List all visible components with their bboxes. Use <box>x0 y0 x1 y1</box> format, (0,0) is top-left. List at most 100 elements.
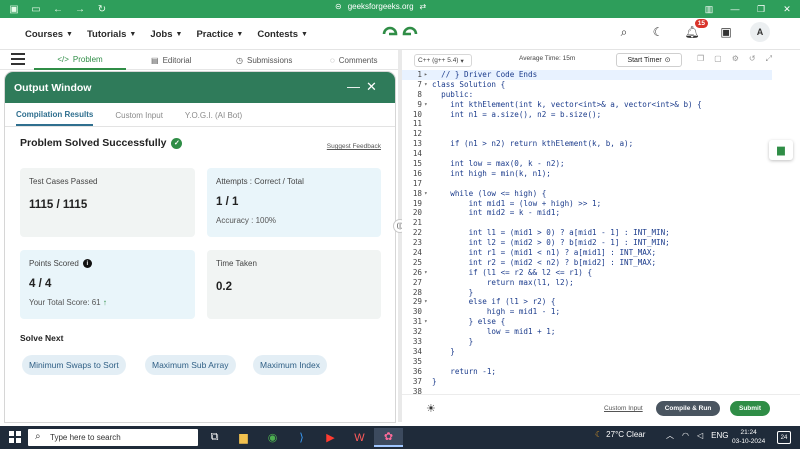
tab-problem[interactable]: </> Problem <box>34 50 126 70</box>
code-text[interactable]: if (n1 > n2) return kthElement(k, b, a); <box>432 139 633 149</box>
restore-window-icon[interactable]: ❐ <box>748 0 774 18</box>
fold-icon[interactable]: ▸ <box>424 70 428 80</box>
code-text[interactable]: int low = max(0, k - n2); <box>432 159 564 169</box>
menu-tutorials[interactable]: Tutorials ▼ <box>87 29 136 40</box>
notification-bell-icon[interactable]: 🔔︎ 15 <box>682 19 708 42</box>
address-bar[interactable]: ⊝ geeksforgeeks.org ⇄ <box>335 2 426 11</box>
lightbulb-icon[interactable]: ☀ <box>426 402 436 415</box>
code-text[interactable]: } <box>432 377 437 387</box>
file-explorer-icon[interactable]: ▆ <box>229 428 258 447</box>
youtube-icon[interactable]: ▶ <box>316 428 345 447</box>
start-timer-button[interactable]: Start Timer ⊙ <box>616 53 682 67</box>
code-line[interactable]: 28 } <box>402 288 772 298</box>
code-text[interactable]: } <box>432 288 474 298</box>
tab-comments[interactable]: ◌ Comments <box>330 50 377 70</box>
network-icon[interactable]: ◠ <box>682 431 689 440</box>
chat-icon[interactable]: ▆ <box>769 140 793 160</box>
code-line[interactable]: 14 <box>402 149 772 159</box>
volume-icon[interactable]: ◁ <box>697 431 703 440</box>
editor-scrollbar[interactable] <box>772 70 800 394</box>
back-arrow-icon[interactable]: ← <box>50 1 66 17</box>
app-active-icon[interactable]: ✿ <box>374 428 403 447</box>
share-icon[interactable]: ⇄ <box>420 2 427 11</box>
code-text[interactable]: // } Driver Code Ends <box>432 70 537 80</box>
menu-practice[interactable]: Practice ▼ <box>196 29 243 40</box>
code-line[interactable]: 12 <box>402 129 772 139</box>
code-line[interactable]: 18 ▾ while (low <= high) { <box>402 189 772 199</box>
code-text[interactable]: int high = min(k, n1); <box>432 169 551 179</box>
fold-icon[interactable]: ▾ <box>424 268 428 278</box>
tab-submissions[interactable]: ◷ Submissions <box>236 50 292 70</box>
fold-icon[interactable]: ▾ <box>424 297 428 307</box>
expand-icon[interactable]: ⤢ <box>766 54 772 64</box>
code-line[interactable]: 24 int r1 = (mid1 < n1) ? a[mid1] : INT_… <box>402 248 772 258</box>
code-line[interactable]: 7 ▾ class Solution { <box>402 80 772 90</box>
copy-icon[interactable]: ❐ <box>697 54 704 64</box>
vscode-icon[interactable]: ⟩ <box>287 428 316 447</box>
menu-contests[interactable]: Contests ▼ <box>257 29 308 40</box>
gfg-logo[interactable] <box>381 24 419 44</box>
taskbar-search[interactable]: ⌕ Type here to search <box>28 429 198 446</box>
fullscreen-icon[interactable]: ▢ <box>714 54 722 64</box>
code-text[interactable]: int mid2 = k - mid1; <box>432 208 560 218</box>
office-icon[interactable]: W <box>345 428 374 447</box>
code-line[interactable]: 37} <box>402 377 772 387</box>
code-text[interactable]: int n1 = a.size(), n2 = b.size(); <box>432 110 601 120</box>
code-line[interactable]: 34 } <box>402 347 772 357</box>
code-text[interactable]: class Solution { <box>432 80 505 90</box>
code-line[interactable]: 35 <box>402 357 772 367</box>
code-line[interactable]: 16 int high = min(k, n1); <box>402 169 772 179</box>
chevron-up-icon[interactable]: ︿ <box>666 430 674 441</box>
code-text[interactable]: int kthElement(int k, vector<int>& a, ve… <box>432 100 701 110</box>
tab-compilation-results[interactable]: Compilation Results <box>16 110 94 126</box>
browser-menu-icon[interactable]: ▣ <box>6 1 22 17</box>
code-text[interactable]: high = mid1 - 1; <box>432 307 560 317</box>
code-line[interactable]: 15 int low = max(0, k - n2); <box>402 159 772 169</box>
code-line[interactable]: 38 <box>402 387 772 395</box>
code-text[interactable]: return -1; <box>432 367 496 377</box>
code-text[interactable]: } else { <box>432 317 506 327</box>
tab-custom-input[interactable]: Custom Input <box>115 111 163 126</box>
menu-jobs[interactable]: Jobs ▼ <box>150 29 182 40</box>
code-line[interactable]: 22 int l1 = (mid1 > 0) ? a[mid1 - 1] : I… <box>402 228 772 238</box>
code-line[interactable]: 31 ▾ } else { <box>402 317 772 327</box>
compile-run-button[interactable]: Compile & Run <box>656 401 720 416</box>
chrome-icon[interactable]: ◉ <box>258 428 287 447</box>
code-text[interactable]: int r2 = (mid2 < n2) ? b[mid2] : INT_MAX… <box>432 258 656 268</box>
taskbar-clock[interactable]: 21:24 03-10-2024 <box>732 428 765 446</box>
code-line[interactable]: 10 int n1 = a.size(), n2 = b.size(); <box>402 110 772 120</box>
custom-input-link[interactable]: Custom Input <box>604 405 643 412</box>
code-line[interactable]: 26 ▾ if (l1 <= r2 && l2 <= r1) { <box>402 268 772 278</box>
menu-courses[interactable]: Courses ▼ <box>25 29 73 40</box>
site-info-icon[interactable]: ⊝ <box>335 2 342 11</box>
fold-icon[interactable]: ▾ <box>424 317 428 327</box>
forward-arrow-icon[interactable]: → <box>72 1 88 17</box>
code-text[interactable]: int l1 = (mid1 > 0) ? a[mid1 - 1] : INT_… <box>432 228 670 238</box>
fold-icon[interactable]: ▾ <box>424 100 428 110</box>
code-line[interactable]: 23 int l2 = (mid2 > 0) ? b[mid2 - 1] : I… <box>402 238 772 248</box>
tab-editorial[interactable]: ▤ Editorial <box>151 50 191 70</box>
submit-button[interactable]: Submit <box>730 401 770 416</box>
solve-next-chip[interactable]: Maximum Index <box>253 355 327 375</box>
dark-mode-icon[interactable]: ☾ <box>648 22 668 42</box>
reload-icon[interactable]: ↻ <box>94 1 110 17</box>
code-line[interactable]: 9 ▾ int kthElement(int k, vector<int>& a,… <box>402 100 772 110</box>
code-text[interactable]: low = mid1 + 1; <box>432 327 556 337</box>
tab-yogi-ai-bot[interactable]: Y.O.G.I. (AI Bot) <box>185 111 242 126</box>
code-text[interactable]: } <box>432 347 455 357</box>
settings-icon[interactable]: ⚙ <box>732 54 739 64</box>
code-line[interactable]: 32 low = mid1 + 1; <box>402 327 772 337</box>
minimize-icon[interactable]: — <box>347 79 360 94</box>
code-line[interactable]: 1 ▸ // } Driver Code Ends <box>402 70 772 80</box>
code-line[interactable]: 33 } <box>402 337 772 347</box>
code-line[interactable]: 8 public: <box>402 90 772 100</box>
hamburger-menu-icon[interactable] <box>11 53 25 65</box>
code-line[interactable]: 36 return -1; <box>402 367 772 377</box>
close-icon[interactable]: ✕ <box>366 79 377 95</box>
code-text[interactable]: int l2 = (mid2 > 0) ? b[mid2 - 1] : INT_… <box>432 238 670 248</box>
code-text[interactable]: } <box>432 337 474 347</box>
code-line[interactable]: 27 return max(l1, l2); <box>402 278 772 288</box>
code-text[interactable]: public: <box>432 90 473 100</box>
code-line[interactable]: 20 int mid2 = k - mid1; <box>402 208 772 218</box>
code-text[interactable]: else if (l1 > r2) { <box>432 297 556 307</box>
